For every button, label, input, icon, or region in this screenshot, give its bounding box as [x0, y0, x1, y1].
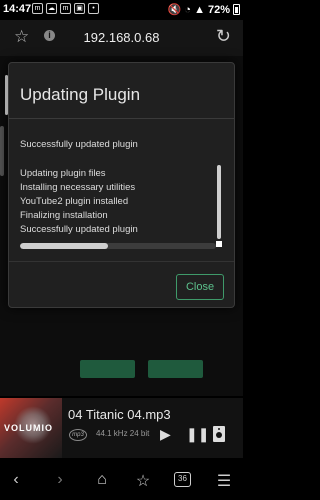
- mute-icon: 🔇: [167, 4, 182, 16]
- back-icon[interactable]: ‹: [4, 471, 28, 489]
- log-scrollbar-end: [216, 241, 222, 247]
- page-scrollbar[interactable]: [0, 126, 4, 176]
- modal-divider: [9, 118, 234, 119]
- notification-icons: m ☁ m ▣ •: [32, 3, 99, 14]
- album-art-text: VOLUMIO: [4, 423, 53, 433]
- battery-icon: [233, 4, 240, 15]
- album-art[interactable]: VOLUMIO: [0, 398, 62, 458]
- notification-icon: m: [60, 3, 71, 14]
- format-badge: mp3: [69, 429, 87, 441]
- log-line: Successfully updated plugin: [20, 224, 138, 235]
- signal-icon: ▲: [194, 3, 205, 16]
- track-quality: 44.1 kHz 24 bit: [96, 429, 150, 438]
- status-time: 14:47: [3, 3, 32, 15]
- home-icon[interactable]: ⌂: [90, 471, 114, 489]
- battery-percent: 72%: [207, 3, 230, 16]
- log-scrollbar[interactable]: [216, 159, 222, 247]
- notification-icon: •: [88, 3, 99, 14]
- notification-icon: ▣: [74, 3, 85, 14]
- modal-scrollbar[interactable]: [5, 75, 8, 115]
- system-status: 🔇 ◔ ▲ 72%: [168, 3, 240, 16]
- log-scrollbar-thumb[interactable]: [217, 165, 221, 239]
- log-line: Installing necessary utilities: [20, 182, 136, 193]
- background-button: [148, 360, 203, 378]
- forward-icon[interactable]: ›: [48, 471, 72, 489]
- update-log: Updating plugin files Installing necessa…: [20, 167, 138, 237]
- tabs-icon[interactable]: 36: [174, 472, 191, 487]
- notification-icon: m: [32, 3, 43, 14]
- update-progress-bar: [20, 243, 216, 249]
- browser-bottom-nav: ‹ › ⌂ ☆ 36 ☰: [0, 462, 243, 500]
- wifi-icon: ◔: [184, 3, 192, 16]
- modal-footer-divider: [9, 261, 234, 262]
- browser-url-bar: ☆ i 192.168.0.68 ↻: [0, 20, 243, 56]
- play-icon[interactable]: ▶: [160, 426, 171, 443]
- log-line: YouTube2 plugin installed: [20, 196, 129, 207]
- progress-fill: [20, 243, 109, 249]
- url-text[interactable]: 192.168.0.68: [0, 30, 243, 45]
- reload-icon[interactable]: ↻: [216, 26, 231, 47]
- background-button: [80, 360, 135, 378]
- log-line: Finalizing installation: [20, 210, 108, 221]
- bookmarks-icon[interactable]: ☆: [131, 471, 155, 491]
- update-status-text: Successfully updated plugin: [20, 139, 138, 150]
- log-line: Updating plugin files: [20, 168, 106, 179]
- status-bar: 14:47 m ☁ m ▣ • 🔇 ◔ ▲ 72%: [0, 0, 243, 20]
- speaker-icon[interactable]: [213, 426, 225, 442]
- update-plugin-modal: Updating Plugin Successfully updated plu…: [5, 62, 235, 308]
- pause-icon[interactable]: ❚❚: [186, 426, 209, 443]
- now-playing-bar[interactable]: VOLUMIO 04 Titanic 04.mp3 mp3 44.1 kHz 2…: [0, 398, 243, 458]
- notification-icon: ☁: [46, 3, 57, 14]
- menu-icon[interactable]: ☰: [212, 471, 236, 491]
- modal-title: Updating Plugin: [20, 85, 141, 104]
- track-title: 04 Titanic 04.mp3: [68, 407, 171, 422]
- close-button[interactable]: Close: [176, 274, 224, 300]
